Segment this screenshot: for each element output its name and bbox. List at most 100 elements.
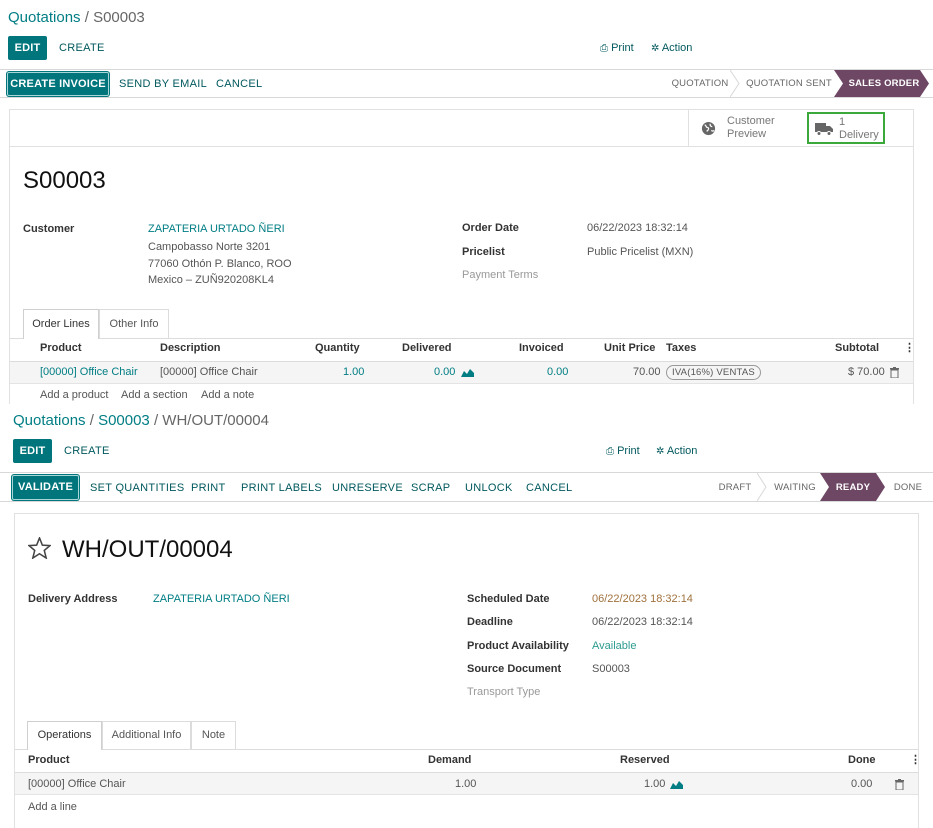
tax-tag[interactable]: IVA(16%) VENTAS (666, 365, 761, 380)
line-product[interactable]: [00000] Office Chair (40, 366, 138, 378)
create-invoice-button[interactable]: CREATE INVOICE (7, 72, 109, 96)
line-done[interactable]: 0.00 (851, 778, 872, 790)
add-line-link[interactable]: Add a line (28, 801, 77, 813)
status-bar: VALIDATE SET QUANTITIES PRINT PRINT LABE… (0, 472, 933, 502)
print-button[interactable]: PRINT (191, 482, 226, 494)
truck-icon (815, 123, 833, 136)
scrap-button[interactable]: SCRAP (411, 482, 450, 494)
customer-preview-button[interactable]: Customer Preview (688, 110, 802, 146)
action-menu[interactable]: ✲ Action (651, 42, 692, 54)
column-options-icon[interactable]: ⋮ (910, 753, 921, 766)
stage-separator (757, 473, 767, 501)
line-quantity[interactable]: 1.00 (343, 366, 364, 378)
sales-order-view: Quotations / S00003 EDIT CREATE ⎙ Print … (0, 0, 933, 404)
customer-preview-label: Customer Preview (727, 115, 775, 141)
stage-ready[interactable]: READY (830, 473, 876, 501)
stage-waiting[interactable]: WAITING (767, 473, 823, 501)
col-subtotal[interactable]: Subtotal (835, 342, 879, 354)
print-menu[interactable]: ⎙ Print (606, 445, 640, 457)
source-document-label: Source Document (467, 663, 562, 675)
col-invoiced[interactable]: Invoiced (519, 342, 564, 354)
action-label: Action (661, 42, 693, 54)
source-document-value[interactable]: S00003 (592, 663, 630, 675)
col-product[interactable]: Product (28, 754, 70, 766)
add-note-link[interactable]: Add a note (201, 389, 254, 401)
star-icon[interactable] (28, 537, 51, 559)
col-quantity[interactable]: Quantity (315, 342, 360, 354)
print-labels-button[interactable]: PRINT LABELS (241, 482, 322, 494)
breadcrumb: Quotations / S00003 / WH/OUT/00004 (13, 412, 269, 429)
tab-operations[interactable]: Operations (27, 721, 102, 750)
transport-type-label: Transport Type (467, 686, 541, 698)
breadcrumb-quotations[interactable]: Quotations (13, 412, 86, 429)
line-delivered[interactable]: 0.00 (434, 366, 455, 378)
col-delivered[interactable]: Delivered (402, 342, 452, 354)
button-box-divider (10, 146, 913, 147)
breadcrumb-current: S00003 (93, 9, 145, 26)
tab-order-lines[interactable]: Order Lines (23, 309, 99, 339)
cancel-button[interactable]: CANCEL (526, 482, 572, 494)
add-section-link[interactable]: Add a section (121, 389, 188, 401)
pricelist-label: Pricelist (462, 246, 505, 258)
delivery-smart-button[interactable]: 1 Delivery (807, 112, 885, 144)
breadcrumb-quotations[interactable]: Quotations (8, 9, 81, 26)
customer-name[interactable]: ZAPATERIA URTADO ÑERI (148, 223, 285, 235)
edit-button[interactable]: EDIT (13, 439, 52, 463)
deadline-label: Deadline (467, 616, 513, 628)
edit-button[interactable]: EDIT (8, 36, 47, 60)
line-demand[interactable]: 1.00 (455, 778, 476, 790)
pricelist-value[interactable]: Public Pricelist (MXN) (587, 246, 693, 258)
stage-done[interactable]: DONE (886, 473, 930, 501)
stage-sales-order[interactable]: SALES ORDER (844, 70, 924, 97)
table-row[interactable]: [00000] Office Chair [00000] Office Chai… (10, 362, 913, 384)
col-demand[interactable]: Demand (428, 754, 471, 766)
scheduled-date-value[interactable]: 06/22/2023 18:32:14 (592, 593, 693, 605)
delivery-label: Delivery (839, 129, 879, 141)
print-menu[interactable]: ⎙ Print (600, 42, 634, 54)
col-unit-price[interactable]: Unit Price (604, 342, 655, 354)
order-date-value[interactable]: 06/22/2023 18:32:14 (587, 222, 688, 234)
col-taxes[interactable]: Taxes (666, 342, 696, 354)
table-row[interactable]: [00000] Office Chair 1.00 1.00 0.00 (15, 773, 918, 795)
trash-icon[interactable] (895, 779, 904, 790)
stage-draft[interactable]: DRAFT (708, 473, 762, 501)
stage-quotation-sent[interactable]: QUOTATION SENT (742, 70, 836, 97)
create-button[interactable]: CREATE (59, 42, 105, 54)
breadcrumb-sales-order[interactable]: S00003 (98, 412, 150, 429)
action-menu[interactable]: ✲ Action (656, 445, 697, 457)
table-header: Product Description Quantity Delivered I… (10, 340, 915, 362)
unreserve-button[interactable]: UNRESERVE (332, 482, 403, 494)
cancel-button[interactable]: CANCEL (216, 78, 262, 90)
unlock-button[interactable]: UNLOCK (465, 482, 513, 494)
forecast-chart-icon[interactable] (670, 779, 683, 789)
forecast-chart-icon[interactable] (461, 367, 474, 377)
col-reserved[interactable]: Reserved (620, 754, 670, 766)
line-unit-price[interactable]: 70.00 (633, 366, 661, 378)
tab-additional-info[interactable]: Additional Info (102, 721, 191, 749)
trash-icon[interactable] (890, 367, 899, 378)
col-done[interactable]: Done (848, 754, 876, 766)
line-invoiced[interactable]: 0.00 (547, 366, 568, 378)
line-description[interactable]: [00000] Office Chair (160, 366, 258, 378)
line-product[interactable]: [00000] Office Chair (28, 778, 126, 790)
status-bar: CREATE INVOICE SEND BY EMAIL CANCEL QUOT… (0, 69, 933, 98)
tab-other-info[interactable]: Other Info (99, 309, 169, 338)
form-sheet: Customer Preview 1 Delivery S00003 Custo… (9, 109, 915, 404)
tab-strip-line (15, 749, 918, 750)
add-product-link[interactable]: Add a product (40, 389, 109, 401)
set-quantities-button[interactable]: SET QUANTITIES (90, 482, 184, 494)
stage-separator (730, 70, 740, 97)
validate-button[interactable]: VALIDATE (12, 475, 79, 500)
column-options-icon[interactable]: ⋮ (904, 341, 915, 354)
create-button[interactable]: CREATE (64, 445, 110, 457)
stage-quotation[interactable]: QUOTATION (662, 70, 738, 97)
order-date-label: Order Date (462, 222, 519, 234)
delivery-address-value[interactable]: ZAPATERIA URTADO ÑERI (153, 593, 290, 605)
delivery-smart-label: 1 Delivery (839, 116, 879, 142)
send-by-email-button[interactable]: SEND BY EMAIL (119, 78, 207, 90)
delivery-count: 1 (839, 116, 846, 128)
col-description[interactable]: Description (160, 342, 221, 354)
col-product[interactable]: Product (40, 342, 82, 354)
breadcrumb-separator: / (153, 412, 159, 429)
tab-note[interactable]: Note (191, 721, 236, 749)
